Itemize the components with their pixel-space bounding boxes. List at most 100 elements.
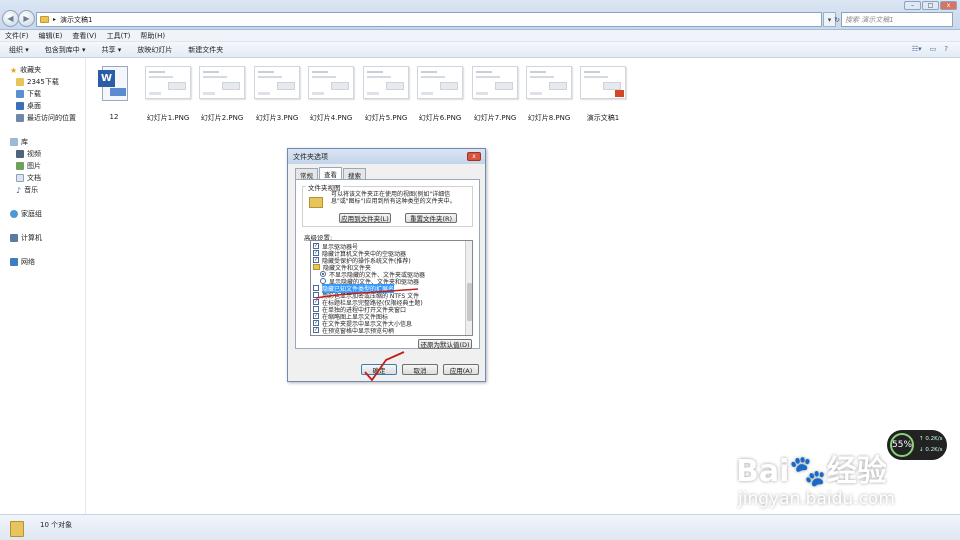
back-button[interactable]: ◀	[2, 10, 19, 27]
setting-row[interactable]: ✓ 在预览窗格中显示预览句柄	[313, 326, 394, 335]
address-bar[interactable]: ▸ 演示文稿1	[36, 12, 822, 27]
apply-to-folders-button[interactable]: 应用到文件夹(L)	[339, 213, 391, 223]
organize-button[interactable]: 组织 ▾	[9, 45, 29, 55]
baidu-watermark: Bai🐾经验 jingyan.baidu.com	[736, 455, 895, 510]
maximize-button[interactable]: □	[922, 1, 939, 10]
desktop-icon	[16, 102, 24, 110]
image-thumbnail	[199, 66, 245, 99]
powerpoint-icon	[615, 90, 624, 97]
item-count: 10 个对象	[40, 521, 73, 529]
title-bar: – □ x ◀ ▶ ▸ 演示文稿1 ▾ ↻ 搜索 演示文稿1	[0, 0, 960, 30]
sidebar-item-desktop[interactable]: 桌面	[16, 101, 41, 111]
menu-help[interactable]: 帮助(H)	[140, 31, 165, 41]
minimize-button[interactable]: –	[904, 1, 921, 10]
image-thumbnail	[526, 66, 572, 99]
checkbox[interactable]: ✓	[313, 327, 319, 333]
computer-icon	[10, 234, 18, 242]
image-thumbnail	[417, 66, 463, 99]
sidebar-homegroup[interactable]: 家庭组	[10, 209, 42, 219]
sidebar-label: 文档	[27, 174, 41, 182]
folder-options-dialog: 文件夹选项 x 常规 查看 搜索 文件夹视图 可以将该文件夹正在使用的视图(例如…	[287, 148, 486, 382]
list-scrollbar[interactable]	[465, 241, 472, 335]
share-button[interactable]: 共享 ▾	[102, 45, 122, 55]
file-name: 幻灯片4.PNG	[309, 114, 353, 122]
apply-button[interactable]: 应用(A)	[443, 364, 479, 375]
sidebar-item-recent[interactable]: 最近访问的位置	[16, 113, 76, 123]
star-icon: ★	[10, 65, 18, 75]
picture-icon	[16, 162, 24, 170]
dialog-close-button[interactable]: x	[467, 152, 481, 161]
advanced-settings-list[interactable]: ✓ 显示驱动器号 ✓ 隐藏计算机文件夹中的空驱动器 ✓ 隐藏受保护的操作系统文件(推荐…	[310, 240, 473, 336]
menu-file[interactable]: 文件(F)	[5, 31, 29, 41]
word-document-icon: W	[98, 66, 130, 103]
file-item[interactable]: 幻灯片4.PNG	[307, 66, 355, 123]
include-library-button[interactable]: 包含到库中 ▾	[45, 45, 86, 55]
image-thumbnail	[254, 66, 300, 99]
file-item[interactable]: 幻灯片8.PNG	[525, 66, 573, 123]
sidebar-item-downloads[interactable]: 下载	[16, 89, 41, 99]
video-icon	[16, 150, 24, 158]
preview-pane-icon[interactable]: ▭	[930, 45, 937, 53]
sidebar-label: 库	[21, 138, 28, 146]
search-input[interactable]: 搜索 演示文稿1	[841, 12, 953, 27]
sidebar-computer[interactable]: 计算机	[10, 233, 42, 243]
dialog-title: 文件夹选项	[293, 152, 328, 161]
navigation-pane: ★ 收藏夹 2345下载 下载 桌面 最近访问的位置 库 视频 图片 文档 ♪ …	[0, 58, 86, 514]
sidebar-label: 收藏夹	[20, 66, 42, 74]
new-folder-button[interactable]: 新建文件夹	[188, 45, 223, 55]
file-item[interactable]: 幻灯片7.PNG	[471, 66, 519, 123]
folder-views-group: 文件夹视图 可以将该文件夹正在使用的视图(例如"详细信息"或"图标")应用到所有…	[302, 182, 473, 227]
help-icon[interactable]: ?	[944, 45, 948, 53]
sidebar-item-2345download[interactable]: 2345下载	[16, 77, 59, 87]
group-description: 可以将该文件夹正在使用的视图(例如"详细信息"或"图标")应用到所有这种类型的文…	[331, 191, 456, 205]
menu-edit[interactable]: 编辑(E)	[39, 31, 63, 41]
recent-places-icon	[16, 114, 24, 122]
forward-button[interactable]: ▶	[18, 10, 35, 27]
reset-folders-button[interactable]: 重置文件夹(R)	[405, 213, 457, 223]
file-name: 演示文稿1	[586, 114, 620, 122]
sidebar-network[interactable]: 网络	[10, 257, 35, 267]
sidebar-favorites[interactable]: ★ 收藏夹	[10, 65, 41, 75]
view-options-icon[interactable]: ☷▾	[912, 45, 922, 53]
cancel-button[interactable]: 取消	[402, 364, 438, 375]
sidebar-libraries[interactable]: 库	[10, 137, 28, 147]
file-item[interactable]: 幻灯片2.PNG	[198, 66, 246, 123]
ok-button[interactable]: 确定	[361, 364, 397, 375]
folder-icon	[313, 264, 320, 270]
scrollbar-thumb[interactable]	[467, 283, 472, 321]
address-path: 演示文稿1	[60, 15, 93, 24]
restore-defaults-button[interactable]: 还原为默认值(D)	[418, 339, 472, 349]
upload-value: 0.2K/s	[925, 436, 943, 442]
image-thumbnail	[145, 66, 191, 99]
sidebar-label: 网络	[21, 258, 35, 266]
sidebar-item-music[interactable]: ♪ 音乐	[16, 185, 38, 195]
file-name: 幻灯片5.PNG	[364, 114, 408, 122]
powerpoint-thumbnail	[580, 66, 626, 99]
sidebar-label: 最近访问的位置	[27, 114, 76, 122]
sidebar-label: 家庭组	[21, 210, 42, 218]
sidebar-label: 计算机	[21, 234, 42, 242]
watermark-url: jingyan.baidu.com	[738, 489, 895, 509]
file-item[interactable]: 演示文稿1	[579, 66, 627, 123]
file-item[interactable]: 幻灯片3.PNG	[253, 66, 301, 123]
download-speed: ↓ 0.2K/s	[919, 447, 943, 453]
refresh-button[interactable]: ↻	[834, 12, 840, 27]
file-item[interactable]: 幻灯片5.PNG	[362, 66, 410, 123]
file-item[interactable]: 幻灯片1.PNG	[144, 66, 192, 123]
file-name: 幻灯片8.PNG	[527, 114, 571, 122]
sidebar-item-videos[interactable]: 视频	[16, 149, 41, 159]
sidebar-item-documents[interactable]: 文档	[16, 173, 41, 183]
chevron-right-icon: ▸	[53, 16, 57, 23]
close-button[interactable]: x	[940, 1, 957, 10]
slideshow-button[interactable]: 放映幻灯片	[137, 45, 172, 55]
homegroup-icon	[10, 210, 18, 218]
file-item[interactable]: W 12	[90, 66, 138, 121]
file-name: 幻灯片1.PNG	[146, 114, 190, 122]
menu-view[interactable]: 查看(V)	[72, 31, 96, 41]
button-label: 应用(A)	[449, 366, 473, 375]
window-controls: – □ x	[904, 1, 957, 10]
file-item[interactable]: 幻灯片6.PNG	[416, 66, 464, 123]
menu-tools[interactable]: 工具(T)	[107, 31, 131, 41]
sidebar-item-pictures[interactable]: 图片	[16, 161, 41, 171]
folder-icon	[10, 521, 24, 537]
